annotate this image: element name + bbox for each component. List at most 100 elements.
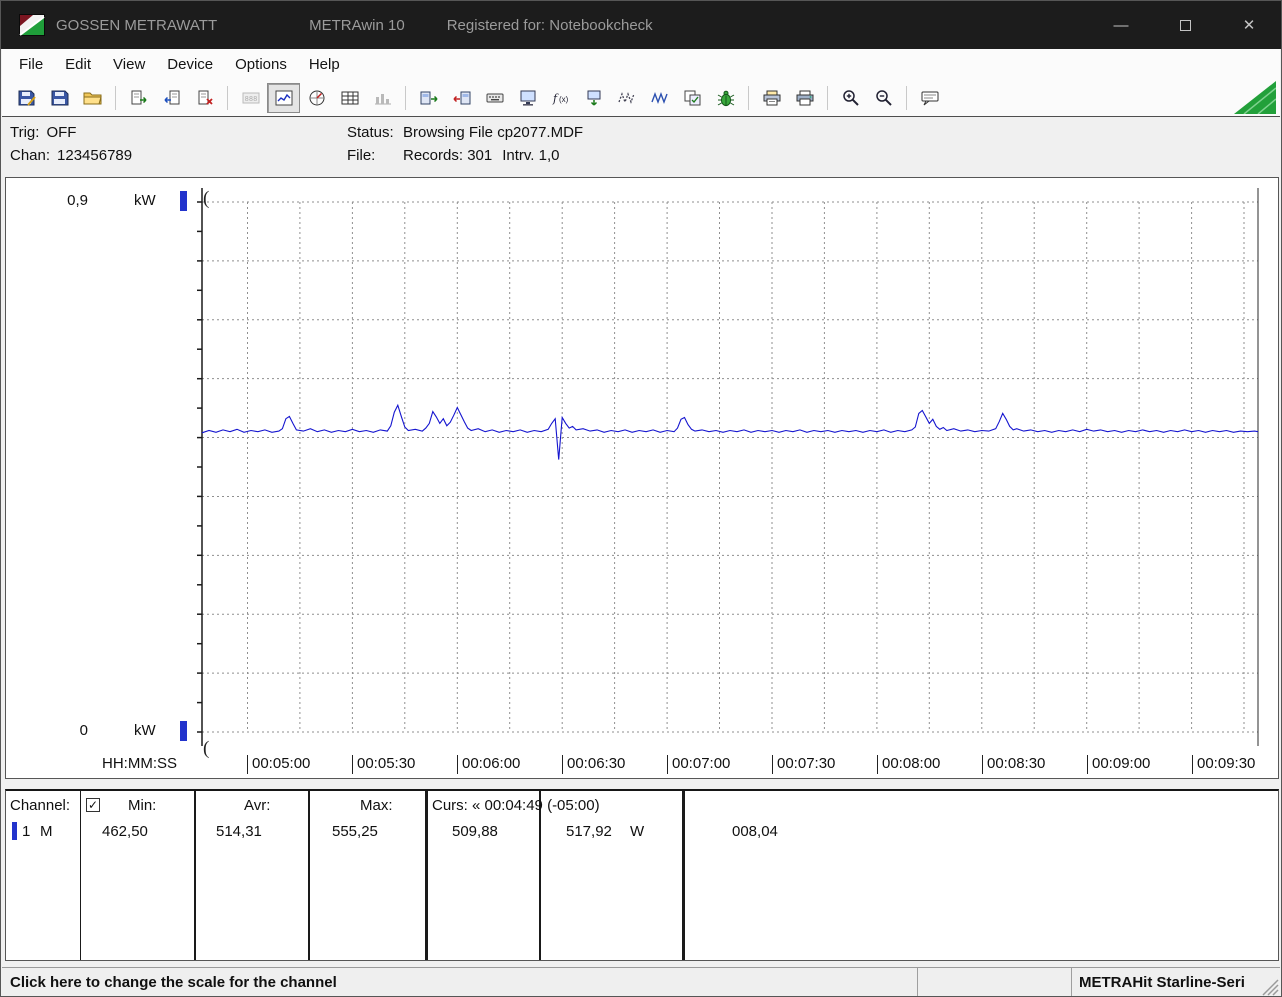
- header-avr: Avr:: [244, 797, 271, 814]
- x-axis-tick-label: 00:08:00: [877, 755, 940, 774]
- signal-dashed-button[interactable]: [610, 83, 643, 113]
- channel-id[interactable]: 1: [22, 823, 30, 840]
- formula-button[interactable]: [544, 83, 577, 113]
- channel-mode[interactable]: M: [40, 823, 53, 840]
- device-receive-icon: [452, 89, 472, 107]
- value-avr: 514,31: [216, 823, 262, 840]
- print-preview-button[interactable]: [755, 83, 788, 113]
- save-file-icon: [50, 89, 70, 107]
- view-table-button[interactable]: [333, 83, 366, 113]
- window-title: METRAwin 10: [309, 16, 405, 34]
- live-mode-button[interactable]: [709, 83, 742, 113]
- menu-device[interactable]: Device: [156, 52, 224, 77]
- toolbar-separator: [748, 85, 749, 110]
- minimize-button[interactable]: —: [1089, 1, 1153, 49]
- toolbar-separator: [405, 85, 406, 110]
- y-axis-unit-bottom[interactable]: kW: [134, 722, 156, 739]
- x-axis-label: HH:MM:SS: [102, 755, 177, 772]
- print-button[interactable]: [788, 83, 821, 113]
- chan-label: Chan:: [10, 147, 51, 164]
- file-label: File:: [347, 147, 376, 164]
- view-numeric-icon: [241, 89, 261, 107]
- x-axis-tick-label: 00:09:00: [1087, 755, 1150, 774]
- resize-grip-icon[interactable]: [1259, 976, 1279, 996]
- toolbar-separator: [115, 85, 116, 110]
- app-logo-icon: [19, 14, 45, 36]
- file-interval: Intrv. 1,0: [502, 147, 560, 164]
- save-record-button[interactable]: [10, 83, 43, 113]
- value-unit: W: [630, 823, 645, 840]
- print-preview-icon: [762, 89, 782, 107]
- view-trend-chart-button[interactable]: [267, 82, 300, 113]
- y-axis-min-label[interactable]: 0: [44, 722, 88, 739]
- value-delta: 008,04: [732, 823, 778, 840]
- value-min: 462,50: [102, 823, 148, 840]
- channel-marker-bottom: [180, 721, 187, 741]
- value-cursor1: 509,88: [452, 823, 498, 840]
- header-min: Min:: [128, 797, 157, 814]
- y-axis-unit-top[interactable]: kW: [134, 192, 156, 209]
- copy-settings-button[interactable]: [676, 83, 709, 113]
- menu-help[interactable]: Help: [298, 52, 351, 77]
- header-max: Max:: [360, 797, 393, 814]
- open-file-icon: [83, 89, 103, 107]
- zoom-out-button[interactable]: [867, 83, 900, 113]
- status-bar: Click here to change the scale for the c…: [2, 967, 1280, 996]
- status-panel: Trig: OFF Chan: 123456789 Status: Browsing …: [2, 116, 1280, 174]
- file-records: Records: 301: [403, 147, 493, 164]
- x-axis-tick-label: 00:05:30: [352, 755, 415, 774]
- copy-settings-icon: [683, 89, 703, 107]
- channel-visible-checkbox[interactable]: ✓: [86, 798, 100, 812]
- status-value: Browsing File cp2077.MDF: [403, 124, 584, 141]
- view-histogram-button[interactable]: [366, 83, 399, 113]
- toolbar-separator: [827, 85, 828, 110]
- view-trend-chart-icon: [274, 89, 294, 107]
- import-data-button[interactable]: [155, 83, 188, 113]
- app-window: GOSSEN METRAWATT METRAwin 10 Registered …: [0, 0, 1282, 997]
- x-axis-tick-label: 00:07:00: [667, 755, 730, 774]
- channel-color-marker: [12, 822, 17, 840]
- save-record-icon: [17, 89, 37, 107]
- print-icon: [795, 89, 815, 107]
- header-channel: Channel:: [10, 797, 71, 814]
- view-analog-meter-button[interactable]: [300, 83, 333, 113]
- close-icon: ✕: [1242, 17, 1256, 34]
- menu-view[interactable]: View: [102, 52, 156, 77]
- export-data-button[interactable]: [122, 83, 155, 113]
- y-axis-max-label[interactable]: 0,9: [44, 192, 88, 209]
- close-file-button[interactable]: [188, 83, 221, 113]
- titlebar: GOSSEN METRAWATT METRAwin 10 Registered …: [1, 1, 1281, 49]
- column-divider: [539, 791, 541, 960]
- column-divider: [308, 791, 310, 960]
- chan-value: 123456789: [57, 147, 133, 164]
- device-receive-button[interactable]: [445, 83, 478, 113]
- device-memory-icon: [584, 89, 604, 107]
- toolbar-separator: [906, 85, 907, 110]
- menu-edit[interactable]: Edit: [54, 52, 102, 77]
- maximize-button[interactable]: [1153, 1, 1217, 49]
- menu-file[interactable]: File: [8, 52, 54, 77]
- view-analog-meter-icon: [307, 89, 327, 107]
- annotation-button[interactable]: [913, 83, 946, 113]
- view-numeric-button[interactable]: [234, 83, 267, 113]
- import-data-icon: [162, 89, 182, 107]
- power-trend-plot[interactable]: ((: [6, 178, 1278, 778]
- close-button[interactable]: ✕: [1217, 1, 1281, 49]
- menu-options[interactable]: Options: [224, 52, 298, 77]
- zoom-in-icon: [841, 89, 861, 107]
- device-memory-button[interactable]: [577, 83, 610, 113]
- value-cursor2: 517,92: [566, 823, 612, 840]
- signal-solid-button[interactable]: [643, 83, 676, 113]
- device-send-button[interactable]: [412, 83, 445, 113]
- device-program-button[interactable]: [478, 83, 511, 113]
- x-axis-tick-label: 00:09:30: [1192, 755, 1255, 774]
- save-file-button[interactable]: [43, 83, 76, 113]
- toolbar: [2, 79, 1280, 116]
- pc-transfer-button[interactable]: [511, 83, 544, 113]
- signal-solid-icon: [650, 89, 670, 107]
- statusbar-hint-text: Click here to change the scale for the c…: [10, 974, 337, 991]
- view-table-icon: [340, 89, 360, 107]
- open-file-button[interactable]: [76, 83, 109, 113]
- toolbar-separator: [227, 85, 228, 110]
- zoom-in-button[interactable]: [834, 83, 867, 113]
